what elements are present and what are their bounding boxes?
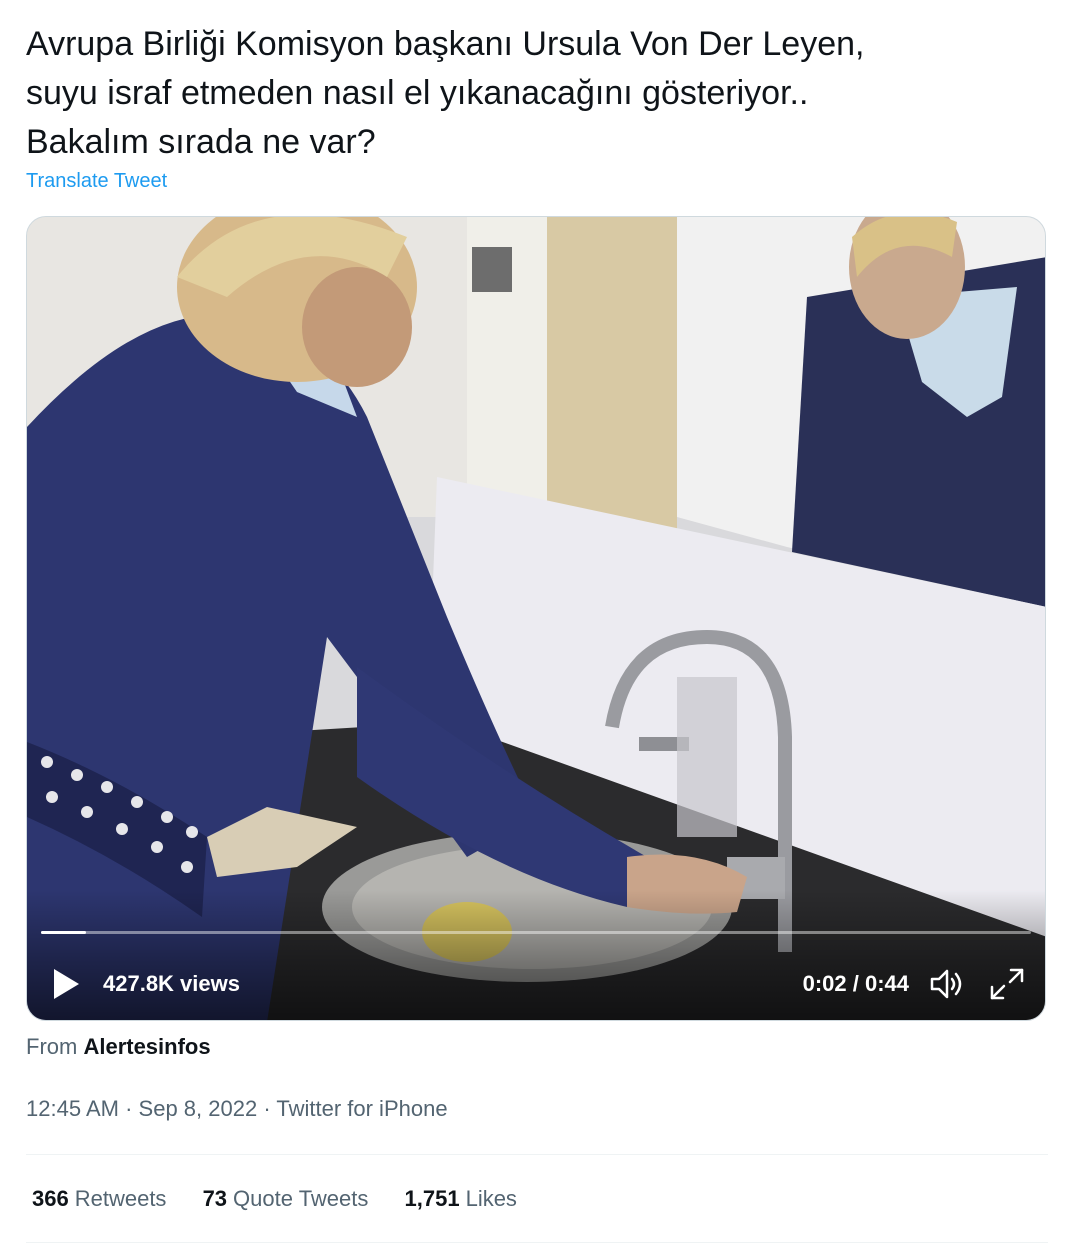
tweet-detail: Avrupa Birliği Komisyon başkanı Ursula V… bbox=[0, 0, 1076, 1254]
quote-tweets-stat[interactable]: 73 Quote Tweets bbox=[203, 1186, 369, 1212]
view-count: 427.8K views bbox=[103, 971, 240, 996]
tweet-client[interactable]: Twitter for iPhone bbox=[276, 1096, 447, 1121]
play-icon[interactable] bbox=[51, 967, 81, 1001]
controls-overlay bbox=[27, 890, 1045, 1020]
fullscreen-icon[interactable] bbox=[989, 967, 1025, 1001]
tweet-text: Avrupa Birliği Komisyon başkanı Ursula V… bbox=[26, 20, 1036, 167]
tweet-metadata: 12:45 AM · Sep 8, 2022 · Twitter for iPh… bbox=[26, 1096, 448, 1122]
retweets-count: 366 bbox=[32, 1186, 69, 1211]
translate-tweet-link[interactable]: Translate Tweet bbox=[26, 170, 167, 193]
source-attribution: From Alertesinfos bbox=[26, 1034, 211, 1060]
video-timecode: 0:02 / 0:44 bbox=[802, 971, 909, 996]
meta-separator: · bbox=[125, 1096, 133, 1121]
retweets-stat[interactable]: 366 Retweets bbox=[32, 1186, 166, 1212]
progress-bar[interactable] bbox=[41, 931, 1031, 934]
tweet-text-line: Bakalım sırada ne var? bbox=[26, 123, 376, 161]
volume-icon[interactable] bbox=[929, 968, 965, 1000]
quote-tweets-count: 73 bbox=[202, 1186, 228, 1211]
retweets-label: Retweets bbox=[74, 1186, 167, 1211]
source-prefix: From bbox=[26, 1034, 78, 1059]
tweet-text-line: Avrupa Birliği Komisyon başkanı Ursula V… bbox=[26, 25, 865, 63]
meta-separator: · bbox=[263, 1096, 271, 1121]
source-account-link[interactable]: Alertesinfos bbox=[83, 1034, 210, 1059]
quote-tweets-label: Quote Tweets bbox=[233, 1186, 369, 1211]
video-player[interactable]: 427.8K views 0:02 / 0:44 bbox=[26, 216, 1046, 1021]
likes-count: 1,751 bbox=[404, 1186, 460, 1211]
divider bbox=[26, 1242, 1048, 1243]
engagement-stats: 366 Retweets 73 Quote Tweets 1,751 Likes bbox=[32, 1186, 547, 1212]
likes-label: Likes bbox=[465, 1186, 517, 1211]
tweet-date[interactable]: Sep 8, 2022 bbox=[139, 1096, 258, 1121]
likes-stat[interactable]: 1,751 Likes bbox=[405, 1186, 517, 1212]
tweet-text-line: suyu israf etmeden nasıl el yıkanacağını… bbox=[26, 74, 809, 112]
tweet-time[interactable]: 12:45 AM bbox=[26, 1096, 119, 1121]
progress-bar-fill bbox=[41, 931, 86, 934]
divider bbox=[26, 1154, 1048, 1155]
